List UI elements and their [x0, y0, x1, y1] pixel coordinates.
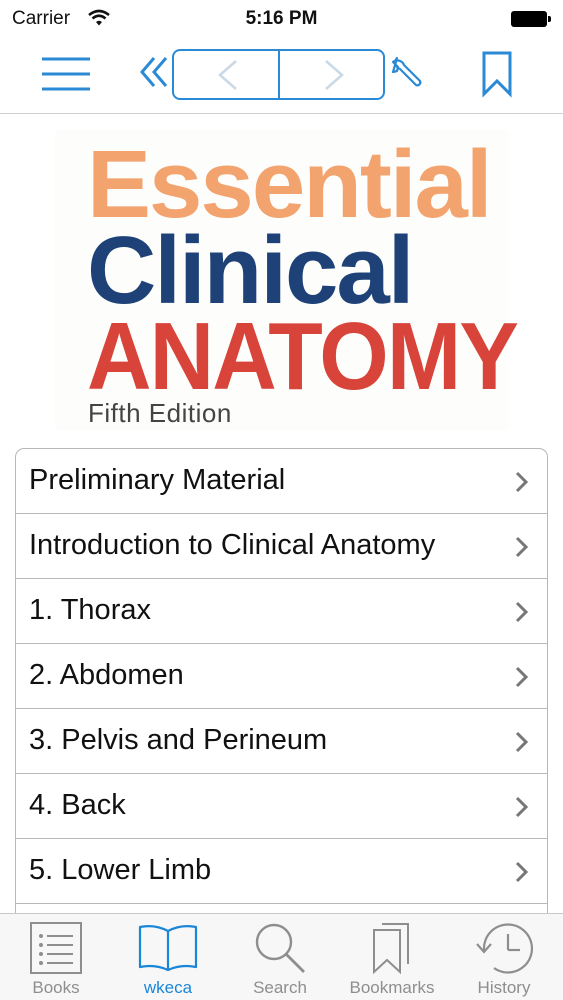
- tab-bookmarks[interactable]: Bookmarks: [336, 914, 448, 1000]
- toc-item-pelvis-perineum[interactable]: 3. Pelvis and Perineum: [16, 709, 547, 774]
- open-book-icon: [138, 925, 198, 972]
- status-time: 5:16 PM: [245, 8, 318, 29]
- list-icon: [30, 922, 82, 974]
- chevron-right-icon: [515, 861, 529, 883]
- toc-item-label: Introduction to Clinical Anatomy: [29, 529, 436, 561]
- tab-label: Books: [32, 978, 80, 997]
- tab-label: Bookmarks: [349, 978, 435, 997]
- chevron-right-icon[interactable]: [280, 51, 383, 98]
- chevron-right-icon: [515, 601, 529, 623]
- tab-bar: Books wkeca Search Bookmarks History: [0, 913, 563, 1000]
- clock-icon: [476, 923, 534, 974]
- toc-item-introduction[interactable]: Introduction to Clinical Anatomy: [16, 514, 547, 579]
- toc-item-back[interactable]: 4. Back: [16, 774, 547, 839]
- double-chevron-left-icon[interactable]: [138, 52, 172, 92]
- tab-label: Search: [253, 978, 307, 997]
- toolbar: [0, 40, 563, 114]
- toc-item-label: 3. Pelvis and Perineum: [29, 724, 328, 756]
- chevron-right-icon: [515, 471, 529, 493]
- toc-item-label: 2. Abdomen: [29, 659, 184, 691]
- tab-wkeca[interactable]: wkeca: [112, 914, 224, 1000]
- chevron-left-icon[interactable]: [174, 51, 278, 98]
- tab-label: wkeca: [143, 978, 193, 997]
- toc-item-lower-limb[interactable]: 5. Lower Limb: [16, 839, 547, 904]
- chevron-right-icon: [515, 536, 529, 558]
- book-cover: Essential Clinical ANATOMY Fifth Edition: [55, 130, 519, 430]
- bookmarks-icon: [373, 923, 409, 975]
- wrench-icon[interactable]: [389, 54, 427, 92]
- toc-item-label: 5. Lower Limb: [29, 854, 212, 886]
- magnifier-icon: [255, 923, 305, 973]
- status-bar: Carrier 5:16 PM: [0, 0, 563, 40]
- menu-icon[interactable]: [40, 52, 92, 96]
- table-of-contents: Preliminary Material Introduction to Cli…: [15, 448, 548, 914]
- toc-item-label: Preliminary Material: [29, 464, 286, 496]
- chevron-right-icon: [515, 666, 529, 688]
- page-nav-group: [172, 49, 385, 100]
- toc-item-abdomen[interactable]: 2. Abdomen: [16, 644, 547, 709]
- toc-item-preliminary-material[interactable]: Preliminary Material: [16, 449, 547, 514]
- toc-item-label: 4. Back: [29, 789, 126, 821]
- tab-books[interactable]: Books: [0, 914, 112, 1000]
- battery-icon: [511, 11, 551, 27]
- cover-title-line3: ANATOMY: [87, 303, 519, 410]
- tab-label: History: [477, 978, 531, 997]
- chevron-right-icon: [515, 731, 529, 753]
- cover-edition: Fifth Edition: [88, 398, 232, 428]
- toc-item-thorax[interactable]: 1. Thorax: [16, 579, 547, 644]
- chevron-right-icon: [515, 796, 529, 818]
- toc-item-label: 1. Thorax: [29, 594, 151, 626]
- tab-search[interactable]: Search: [224, 914, 336, 1000]
- tab-history[interactable]: History: [448, 914, 560, 1000]
- bookmark-icon[interactable]: [480, 50, 514, 98]
